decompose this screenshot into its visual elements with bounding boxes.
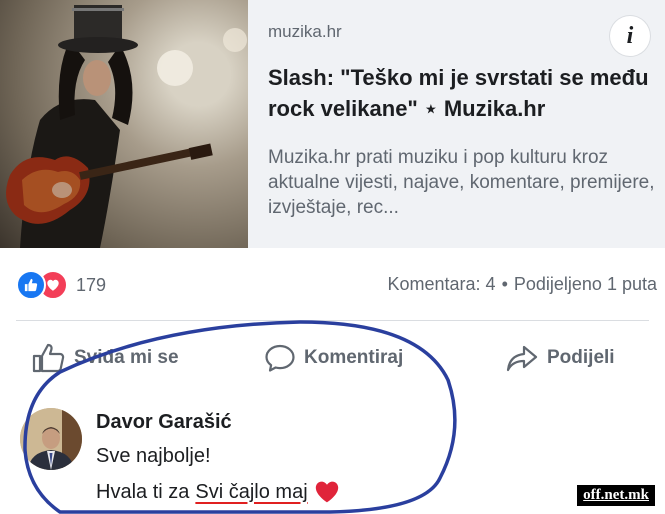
share-arrow-icon [506, 345, 538, 372]
stats-separator: • [501, 274, 508, 294]
action-bar: Sviđa mi se Komentiraj Podijeli [0, 330, 665, 386]
like-button-label: Sviđa mi se [74, 347, 179, 368]
share-count-link[interactable]: Podijeljeno 1 puta [514, 274, 657, 294]
comment-author[interactable]: Davor Garašić [96, 411, 232, 434]
heart-emoji-icon [315, 481, 338, 503]
comment-highlighted-phrase: Svi čajlo maj [195, 480, 308, 503]
info-icon[interactable]: i [610, 16, 650, 56]
link-description: Muzika.hr prati muziku i pop kulturu kro… [268, 147, 655, 218]
share-button[interactable]: Podijeli [505, 330, 615, 386]
comment-button-label: Komentiraj [304, 347, 404, 368]
divider [16, 320, 649, 321]
thumbs-up-icon [32, 343, 65, 373]
share-button-label: Podijeli [547, 347, 615, 368]
commenter-avatar[interactable] [20, 408, 82, 470]
comment-text-line1: Sve najbolje! [96, 445, 211, 467]
link-headline[interactable]: Slash: "Teško mi je svrstati se među roc… [268, 62, 658, 124]
watermark: off.net.mk [577, 485, 655, 506]
comment-count-link[interactable]: Komentara: 4 [388, 274, 496, 294]
comment-button[interactable]: Komentiraj [264, 330, 403, 386]
like-button[interactable]: Sviđa mi se [32, 330, 179, 386]
post-stats: Komentara: 4 • Podijeljeno 1 puta [388, 274, 658, 295]
link-preview-card[interactable]: muzika.hr i Slash: "Teško mi je svrstati… [0, 0, 665, 248]
comment-bubble-icon [265, 344, 295, 372]
preview-thumbnail[interactable] [0, 0, 248, 248]
like-reaction-icon [16, 270, 46, 300]
reaction-count: 179 [76, 274, 107, 295]
comment-text-prefix: Hvala ti za [96, 480, 190, 503]
link-domain: muzika.hr [268, 22, 342, 41]
guitarist-image [6, 5, 247, 248]
reactions-summary[interactable]: 179 [16, 270, 107, 300]
comment-text-line2: Hvala ti za Svi čajlo maj [96, 480, 340, 504]
